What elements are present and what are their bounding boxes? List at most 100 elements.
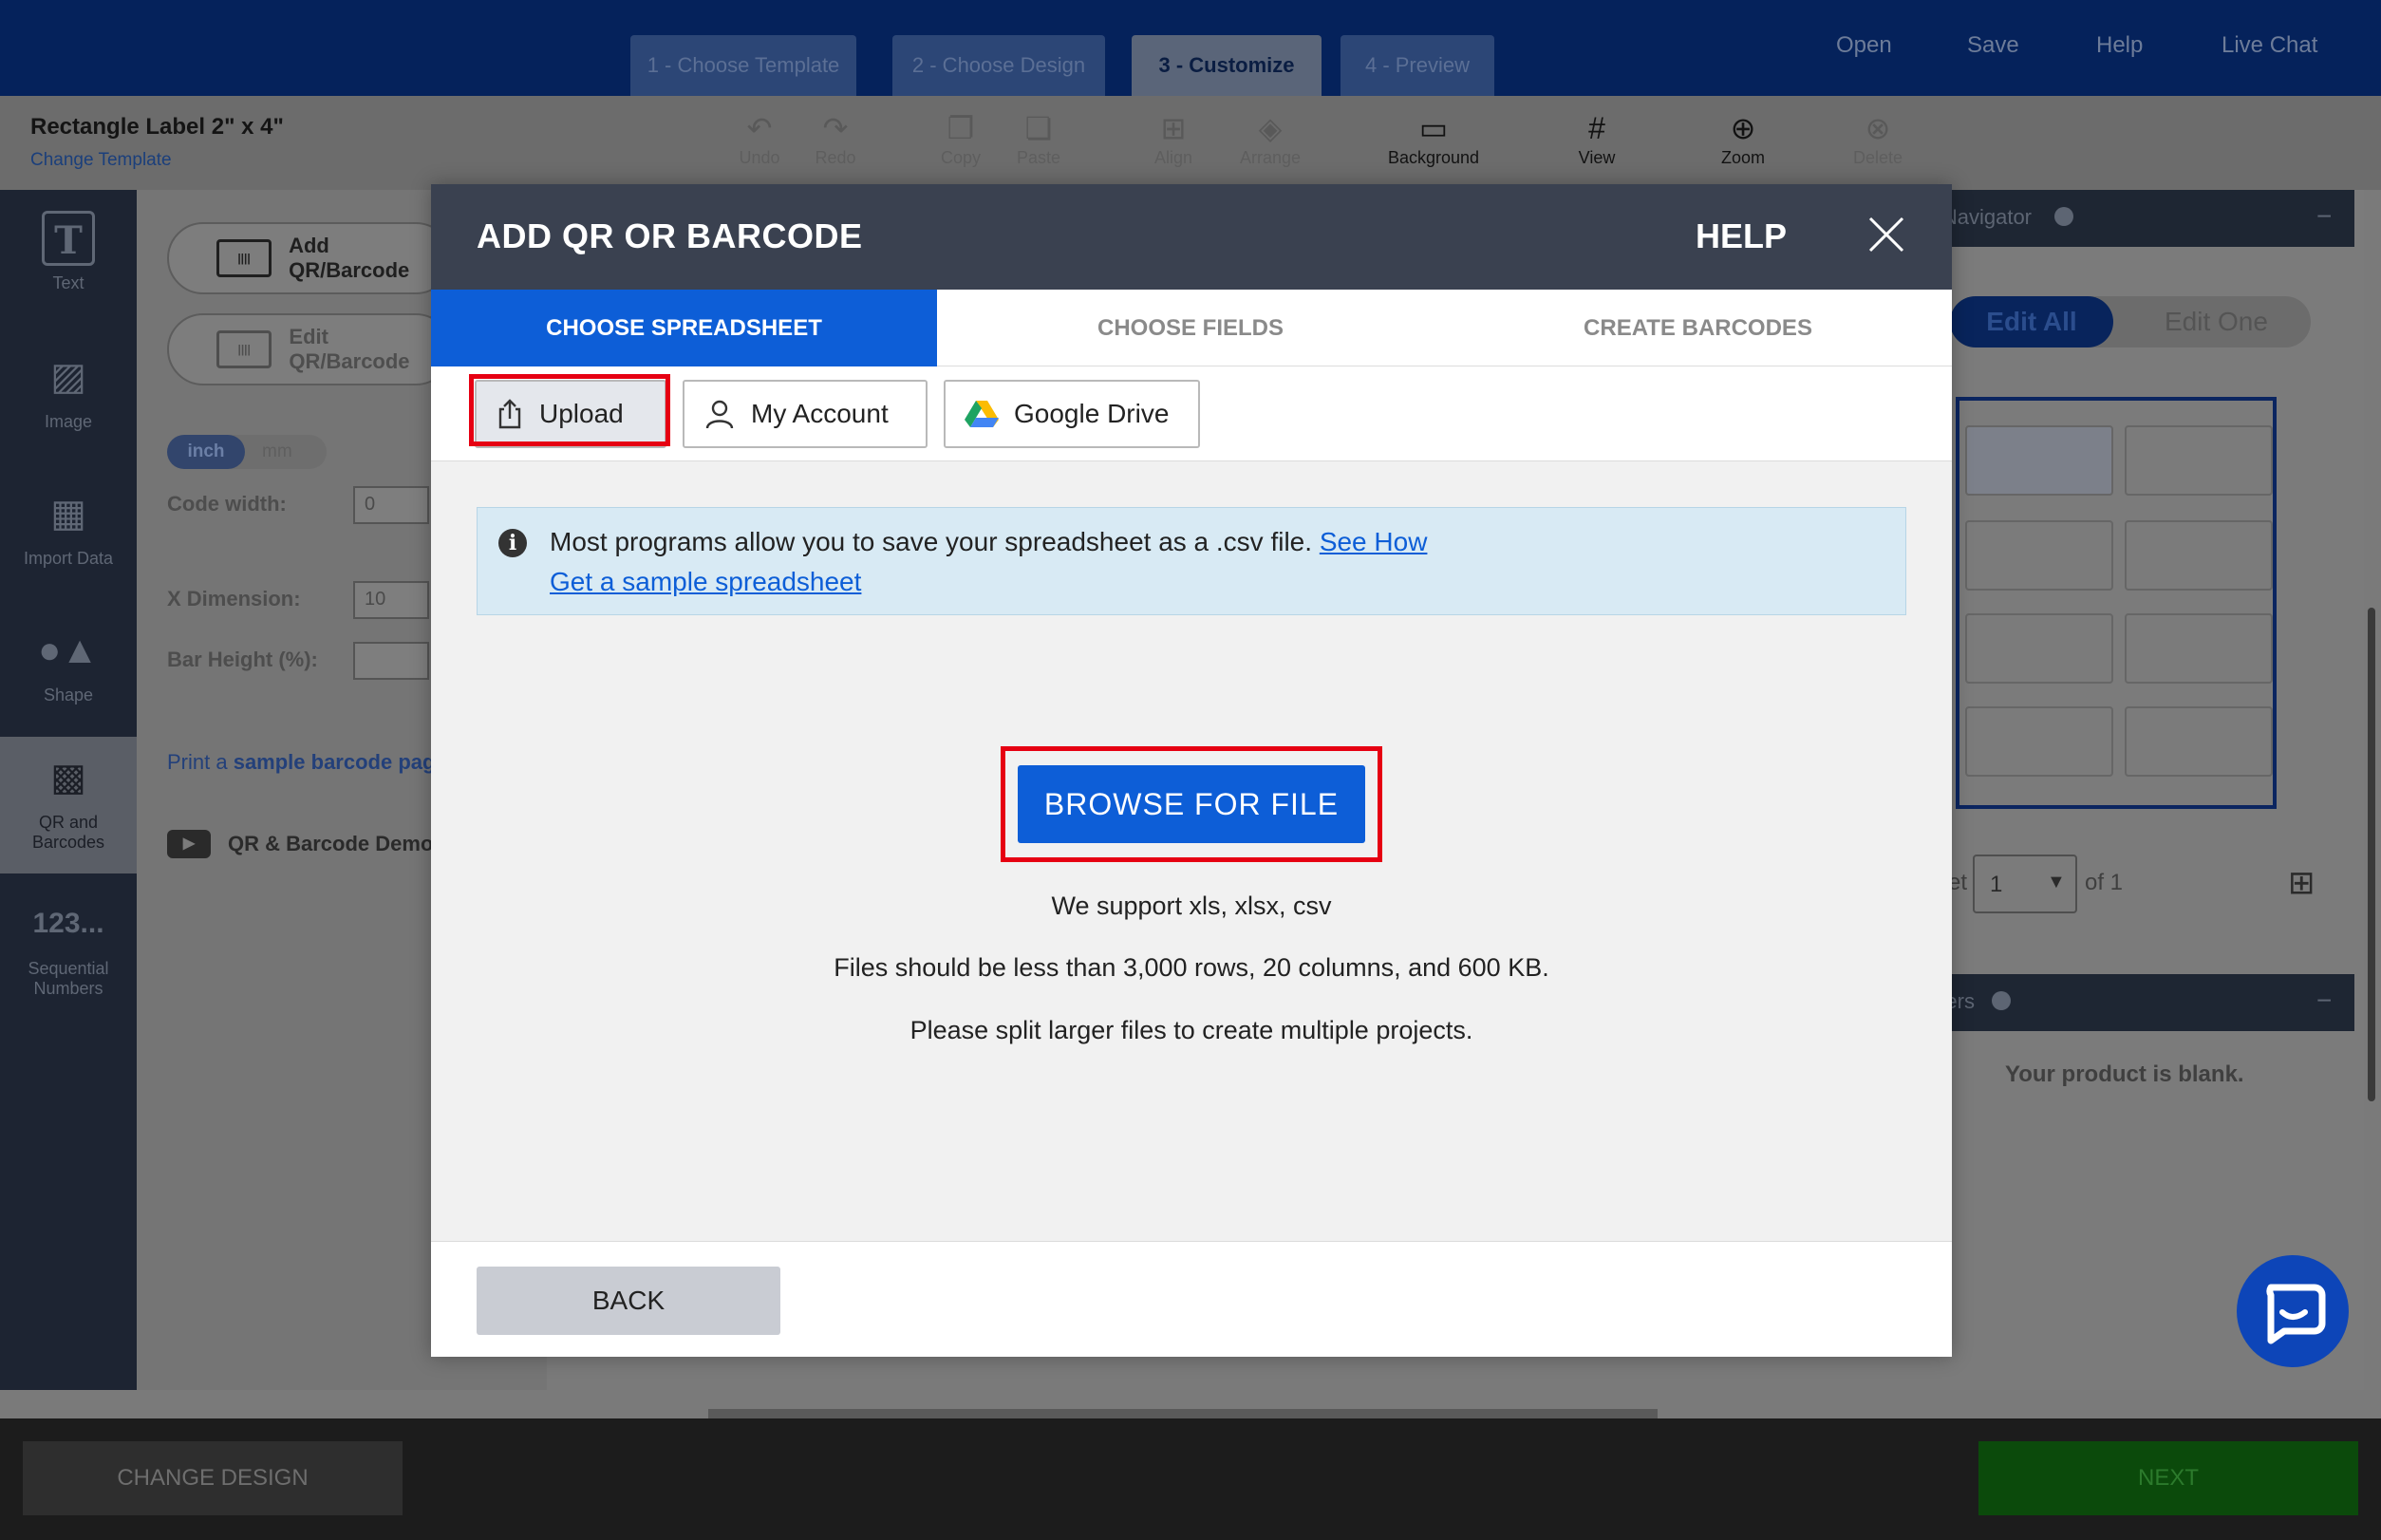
paste-button[interactable]: ❏ Paste	[982, 108, 1096, 168]
chevron-down-icon: ▼	[2047, 872, 2066, 892]
redo-icon: ↷	[822, 111, 849, 145]
label-cell[interactable]	[1965, 706, 2113, 777]
google-drive-icon	[965, 401, 999, 427]
x-dimension-label: X Dimension:	[167, 587, 301, 610]
blank-product-text: Your product is blank.	[2005, 1061, 2244, 1087]
close-icon[interactable]	[1866, 215, 1906, 254]
see-how-link[interactable]: See How	[1320, 527, 1428, 556]
tab-create-barcodes[interactable]: CREATE BARCODES	[1444, 290, 1952, 366]
demo-link[interactable]: ▶ QR & Barcode Demo	[167, 830, 433, 858]
step-preview[interactable]: 4 - Preview	[1340, 35, 1494, 96]
dialog-help-link[interactable]: HELP	[1696, 216, 1787, 256]
collapse-icon[interactable]: −	[2316, 201, 2332, 232]
live-chat-link[interactable]: Live Chat	[2222, 32, 2317, 59]
sheet-preview[interactable]	[1956, 397, 2277, 809]
supported-formats-text: We support xls, xlsx, csv	[1051, 892, 1332, 920]
sample-spreadsheet-link[interactable]: Get a sample spreadsheet	[550, 567, 861, 597]
demo-link-label: QR & Barcode Demo	[228, 832, 434, 855]
rail-import-data[interactable]: ▦ Import Data	[0, 486, 137, 591]
zoom-button[interactable]: ⊕ Zoom	[1686, 108, 1800, 168]
step-choose-design[interactable]: 2 - Choose Design	[892, 35, 1105, 96]
dialog-footer: BACK	[431, 1241, 1952, 1357]
rail-shape[interactable]: ●▲ Shape	[0, 623, 137, 727]
top-navigation-bar: 1 - Choose Template 2 - Choose Design 3 …	[0, 0, 2381, 96]
arrange-button[interactable]: ◈ Arrange	[1213, 108, 1327, 168]
add-qr-label: Add QR/Barcode	[289, 234, 410, 282]
qr-code-icon: ▩	[50, 757, 86, 798]
tab-choose-fields[interactable]: CHOOSE FIELDS	[937, 290, 1444, 366]
file-limits-text: Files should be less than 3,000 rows, 20…	[834, 953, 1549, 982]
csv-info-alert: i Most programs allow you to save your s…	[477, 507, 1906, 615]
add-sheet-icon[interactable]: ⊞	[2288, 864, 2315, 902]
unit-mm[interactable]: mm	[262, 435, 292, 469]
dialog-title: ADD QR OR BARCODE	[477, 216, 863, 255]
live-chat-widget[interactable]	[2237, 1255, 2349, 1367]
grid-icon: #	[1588, 111, 1605, 145]
save-link[interactable]: Save	[1967, 32, 2019, 59]
code-width-label: Code width:	[167, 492, 287, 516]
code-width-input[interactable]: 0	[353, 486, 429, 524]
redo-button[interactable]: ↷ Redo	[778, 108, 892, 168]
source-options: Upload My Account Google Drive	[431, 366, 1952, 461]
change-template-link[interactable]: Change Template	[30, 150, 172, 171]
back-button[interactable]: BACK	[477, 1267, 780, 1335]
google-drive-button[interactable]: Google Drive	[944, 380, 1200, 448]
help-link[interactable]: Help	[2096, 32, 2143, 59]
tab-choose-spreadsheet[interactable]: CHOOSE SPREADSHEET	[431, 290, 937, 366]
text-icon: T	[42, 211, 95, 266]
sheet-select[interactable]: 1 ▼	[1973, 855, 2077, 913]
view-button[interactable]: # View	[1540, 108, 1654, 168]
rail-qr-label-2: Barcodes	[31, 833, 105, 852]
image-icon: ▨	[50, 356, 86, 398]
collapse-icon[interactable]: −	[2316, 986, 2332, 1016]
print-sample-prefix: Print a	[167, 750, 234, 774]
rail-sequential-numbers[interactable]: 123... Sequential Numbers	[0, 896, 137, 1010]
print-sample-link[interactable]: sample barcode page	[234, 750, 447, 774]
label-cell[interactable]	[2125, 425, 2273, 496]
label-cell[interactable]	[1965, 425, 2113, 496]
browse-for-file-button[interactable]: BROWSE FOR FILE	[1018, 765, 1365, 843]
rail-qr-barcodes[interactable]: ▩ QR and Barcodes	[0, 737, 137, 873]
label-cell[interactable]	[1965, 520, 2113, 591]
arrange-label: Arrange	[1239, 148, 1302, 167]
rail-import-data-label: Import Data	[23, 549, 114, 568]
background-button[interactable]: ▭ Background	[1377, 108, 1490, 168]
label-cell[interactable]	[2125, 613, 2273, 684]
my-account-label: My Account	[751, 399, 889, 428]
rail-image[interactable]: ▨ Image	[0, 349, 137, 454]
step-customize[interactable]: 3 - Customize	[1132, 35, 1322, 96]
page-scrollbar[interactable]	[2368, 608, 2375, 1101]
label-cell[interactable]	[1965, 613, 2113, 684]
layers-header: Layers −	[1950, 974, 2354, 1031]
unit-inch[interactable]: inch	[167, 435, 245, 469]
barcode-icon: ||||	[216, 239, 272, 277]
step-choose-template[interactable]: 1 - Choose Template	[630, 35, 856, 96]
zoom-label: Zoom	[1720, 148, 1765, 167]
next-button[interactable]: NEXT	[1978, 1441, 2358, 1515]
label-cell[interactable]	[2125, 706, 2273, 777]
zoom-icon: ⊕	[1730, 111, 1756, 145]
unit-toggle[interactable]: inch mm	[167, 435, 327, 469]
add-qr-barcode-button[interactable]: |||| Add QR/Barcode	[167, 222, 452, 294]
dialog-header: ADD QR OR BARCODE HELP	[431, 184, 1952, 290]
my-account-button[interactable]: My Account	[683, 380, 928, 448]
label-cell[interactable]	[2125, 520, 2273, 591]
background-label: Background	[1387, 148, 1480, 167]
edit-qr-barcode-button[interactable]: |||| Edit QR/Barcode	[167, 313, 452, 385]
delete-icon: ⊗	[1865, 111, 1891, 145]
copy-label: Copy	[940, 148, 982, 167]
table-grid-icon: ▦	[50, 493, 86, 535]
view-label: View	[1578, 148, 1616, 167]
edit-all-button[interactable]: Edit All	[1950, 296, 2113, 347]
canvas-scrollbar[interactable]	[708, 1409, 1658, 1418]
delete-button[interactable]: ⊗ Delete	[1821, 108, 1935, 168]
change-design-button[interactable]: CHANGE DESIGN	[23, 1441, 403, 1515]
rail-text[interactable]: T Text	[0, 211, 137, 315]
edit-one-button[interactable]: Edit One	[2165, 296, 2268, 347]
open-link[interactable]: Open	[1836, 32, 1892, 59]
x-dimension-input[interactable]: 10	[353, 581, 429, 619]
info-icon	[2054, 207, 2073, 226]
edit-mode-toggle[interactable]: Edit All Edit One	[1950, 296, 2311, 347]
bar-height-input[interactable]	[353, 642, 429, 680]
video-play-icon: ▶	[167, 830, 211, 858]
